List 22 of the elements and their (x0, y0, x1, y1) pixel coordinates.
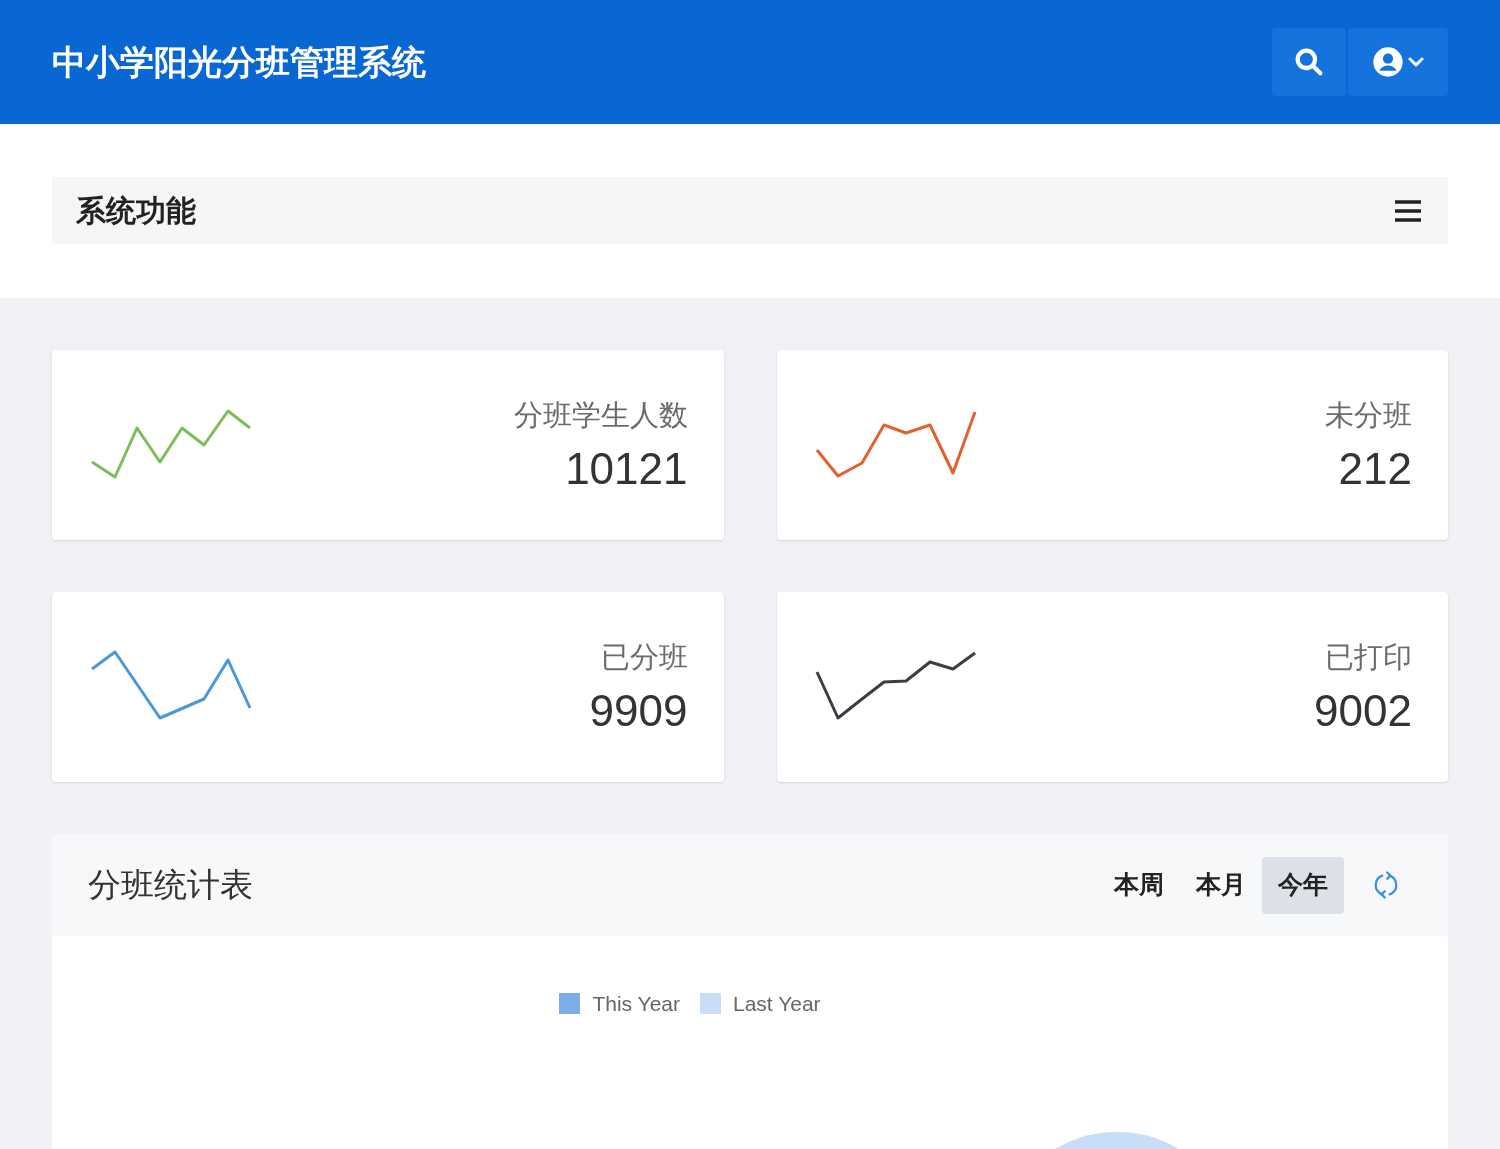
stat-value: 9909 (589, 685, 688, 738)
stat-label: 已打印 (1325, 639, 1412, 675)
stat-label: 分班学生人数 (513, 397, 688, 433)
period-tab[interactable]: 今年 (1262, 856, 1344, 914)
period-tab[interactable]: 本月 (1180, 856, 1262, 914)
search-button[interactable] (1272, 28, 1346, 96)
period-tab[interactable]: 本周 (1098, 856, 1180, 914)
section-title: 系统功能 (76, 193, 196, 229)
menu-icon (1394, 198, 1422, 223)
user-icon (1372, 46, 1404, 78)
legend-label: Last Year (733, 991, 821, 1017)
app-title: 中小学阳光分班管理系统 (52, 40, 426, 84)
stat-value: 212 (1338, 443, 1412, 496)
stat-label: 已分班 (600, 639, 688, 675)
legend-label: This Year (592, 991, 680, 1017)
caret-icon (1408, 56, 1424, 68)
stat-value: 10121 (565, 443, 688, 496)
panel-title: 分班统计表 (88, 865, 253, 906)
stat-value: 9002 (1314, 685, 1412, 738)
user-menu-button[interactable] (1348, 28, 1448, 96)
search-icon (1293, 46, 1325, 78)
stat-label: 未分班 (1325, 397, 1412, 433)
